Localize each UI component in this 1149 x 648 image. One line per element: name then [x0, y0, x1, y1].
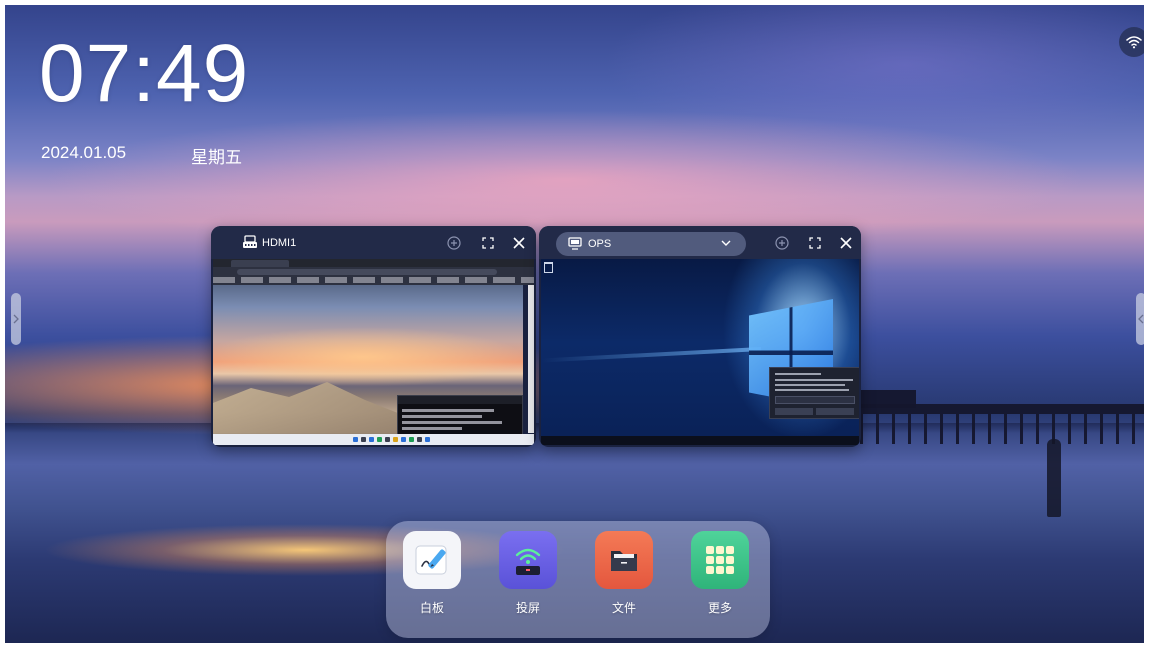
- wallpaper-person: [1047, 439, 1061, 517]
- hdmi1-preview[interactable]: [213, 259, 534, 445]
- dock-app-whiteboard[interactable]: 白板: [400, 531, 464, 616]
- home-screen: 07:49 2024.01.05 星期五 HDMI1 OPS 白板 投屏 文件 …: [5, 5, 1144, 643]
- expand-icon: [809, 237, 821, 249]
- plus-circle-icon: [775, 236, 789, 250]
- preview-taskbar: [213, 434, 534, 445]
- clock-weekday: 星期五: [191, 148, 242, 167]
- add-window-button[interactable]: [773, 234, 791, 252]
- close-icon: [513, 237, 525, 249]
- clock-time: 07:49: [39, 28, 250, 119]
- dock-app-screen-cast[interactable]: 投屏: [496, 531, 560, 616]
- recycle-bin-icon: [544, 262, 553, 273]
- more-app-icon: [691, 531, 749, 589]
- folder-icon: [611, 551, 637, 571]
- right-edge-handle[interactable]: [1136, 293, 1144, 345]
- fullscreen-button[interactable]: [479, 234, 497, 252]
- close-window-button[interactable]: [837, 234, 855, 252]
- window-source-label: OPS: [588, 238, 612, 250]
- dock-app-label: 投屏: [515, 601, 540, 615]
- preview-scrollbar: [528, 285, 534, 433]
- window-header: OPS: [539, 226, 861, 259]
- fullscreen-button[interactable]: [806, 234, 824, 252]
- app-grid-icon: [706, 546, 734, 574]
- wifi-button[interactable]: [1119, 27, 1144, 57]
- whiteboard-icon: [415, 545, 447, 575]
- source-selector[interactable]: OPS: [556, 232, 746, 256]
- chevron-left-icon: [1138, 314, 1144, 324]
- dock-app-label: 文件: [611, 601, 636, 615]
- clock-date: 2024.01.05: [41, 143, 127, 162]
- window-source-label: HDMI1: [262, 237, 297, 249]
- files-app-icon: [595, 531, 653, 589]
- add-window-button[interactable]: [445, 234, 463, 252]
- source-window-hdmi1[interactable]: HDMI1: [211, 226, 536, 447]
- dock-app-label: 白板: [419, 601, 444, 615]
- chevron-right-icon: [13, 314, 19, 324]
- close-window-button[interactable]: [510, 234, 528, 252]
- dock-app-label: 更多: [707, 601, 732, 615]
- close-icon: [840, 237, 852, 249]
- wallpaper-pier: [860, 404, 1144, 444]
- dock-app-files[interactable]: 文件: [592, 531, 656, 616]
- expand-icon: [482, 237, 494, 249]
- hdmi-port-icon: [243, 235, 257, 248]
- wifi-icon: [1126, 36, 1142, 49]
- chevron-down-icon: [721, 240, 731, 246]
- source-window-ops[interactable]: OPS: [539, 226, 861, 447]
- screen-cast-app-icon: [499, 531, 557, 589]
- window-header: HDMI1: [211, 226, 536, 259]
- dock-app-more[interactable]: 更多: [688, 531, 752, 616]
- whiteboard-app-icon: [403, 531, 461, 589]
- monitor-icon: [568, 237, 582, 250]
- system-dialog: [769, 367, 859, 419]
- app-dock: 白板 投屏 文件 更多: [386, 521, 770, 638]
- left-edge-handle[interactable]: [11, 293, 21, 345]
- plus-circle-icon: [447, 236, 461, 250]
- browser-chrome: [213, 259, 534, 285]
- ops-preview[interactable]: [541, 259, 859, 445]
- screen-cast-icon: [515, 548, 541, 575]
- preview-taskbar: [541, 436, 859, 445]
